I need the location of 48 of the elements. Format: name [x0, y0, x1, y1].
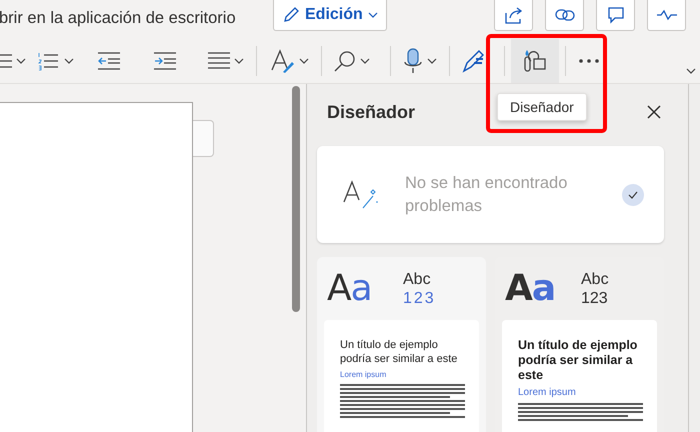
text-style-icon	[269, 48, 295, 74]
sample-heading: Un título de ejemplo podría ser similar a este	[340, 338, 458, 366]
activity-button[interactable]	[647, 0, 686, 31]
panel-title: Diseñador	[327, 102, 416, 122]
comment-icon	[606, 6, 624, 24]
numbers-sample: 123	[581, 288, 609, 308]
chevron-icon	[234, 58, 244, 64]
chevron-icon	[64, 58, 74, 64]
chevron-icon	[686, 68, 696, 74]
outdent-icon	[98, 50, 120, 70]
close-button[interactable]	[646, 104, 662, 120]
microphone-icon	[403, 48, 423, 74]
sample-heading: Un título de ejemplo podría ser similar a este	[518, 338, 638, 383]
letters-sample: Abc	[403, 270, 432, 288]
align-icon	[208, 50, 230, 70]
editing-mode-button[interactable]: Edición	[273, 0, 387, 31]
chevron-icon	[427, 58, 437, 64]
theme-card[interactable]: Aa Abc 123 Un título de ejemplo podría ser similar a este Lorem ipsum	[317, 257, 486, 432]
designer-button[interactable]	[511, 38, 559, 82]
share-button[interactable]	[494, 0, 533, 31]
scrollbar-thumb[interactable]	[292, 86, 300, 312]
font-sample: Aa	[326, 268, 373, 309]
activity-icon	[656, 9, 678, 21]
chevron-icon	[16, 58, 26, 64]
sample-subheading: Lorem ipsum	[340, 370, 388, 379]
numbered-list-icon	[38, 50, 60, 70]
close-icon	[646, 104, 662, 120]
sample-subheading: Lorem ipsum	[518, 387, 577, 398]
open-in-desktop-link[interactable]: brir en la aplicación de escritorio	[0, 9, 264, 28]
chevron-icon	[368, 12, 378, 18]
more-icon	[578, 58, 600, 64]
comment-button[interactable]	[596, 0, 635, 31]
share-icon	[504, 6, 524, 24]
link-icon	[554, 8, 574, 22]
chevron-icon	[360, 58, 370, 64]
numbers-sample: 123	[403, 288, 436, 308]
tooltip: Diseñador	[497, 93, 587, 121]
pencil-icon	[282, 6, 300, 24]
chevron-icon	[299, 58, 309, 64]
check-icon	[628, 190, 638, 198]
pen-icon	[462, 48, 484, 72]
link-button[interactable]	[545, 0, 584, 31]
designer-icon	[522, 48, 548, 72]
search-icon	[334, 50, 356, 72]
letters-sample: Abc	[581, 270, 609, 288]
font-sample: Aa	[504, 268, 556, 309]
indent-icon	[154, 50, 176, 70]
status-text: No se han encontrado problemas	[405, 172, 568, 216]
